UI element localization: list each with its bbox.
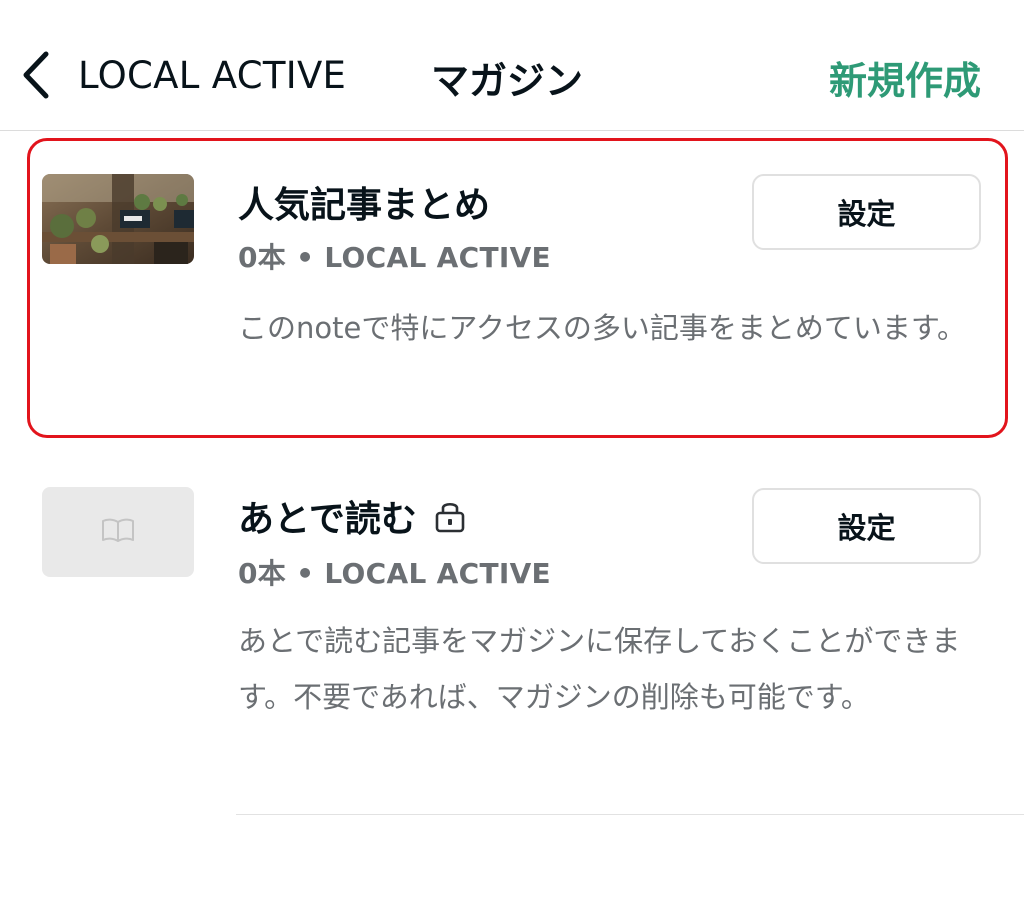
page-title: マガジン (431, 59, 584, 103)
header-bar: LOCAL ACTIVE マガジン 新規作成 (0, 0, 1024, 131)
magazine-title[interactable]: あとで読む (238, 490, 417, 542)
settings-button[interactable]: 設定 (752, 488, 981, 564)
settings-button[interactable]: 設定 (752, 174, 981, 250)
magazine-title[interactable]: 人気記事まとめ (238, 176, 490, 228)
title-row: 人気記事まとめ (238, 176, 490, 228)
magazine-description: あとで読む記事をマガジンに保存しておくことができます。不要であれば、マガジンの削… (238, 624, 961, 714)
magazine-thumbnail[interactable] (42, 487, 194, 577)
magazine-meta: 0本 • LOCAL ACTIVE (238, 557, 551, 590)
magazine-item[interactable]: 人気記事まとめ 0本 • LOCAL ACTIVE このnoteで特にアクセスの… (0, 132, 1024, 445)
lock-icon (433, 496, 467, 536)
book-icon (101, 517, 135, 547)
back-label: LOCAL ACTIVE (78, 53, 347, 97)
list-divider (236, 814, 1024, 815)
title-row: あとで読む (238, 490, 467, 542)
chevron-left-icon (18, 46, 62, 104)
magazine-meta: 0本 • LOCAL ACTIVE (238, 241, 551, 274)
magazine-description: このnoteで特にアクセスの多い記事をまとめています。 (238, 311, 966, 345)
magazine-thumbnail[interactable] (42, 174, 194, 264)
back-button[interactable]: LOCAL ACTIVE (18, 46, 346, 104)
magazine-item[interactable]: あとで読む 0本 • LOCAL ACTIVE あとで読む記事をマガジンに保存し… (0, 446, 1024, 816)
new-magazine-button[interactable]: 新規作成 (829, 50, 981, 105)
